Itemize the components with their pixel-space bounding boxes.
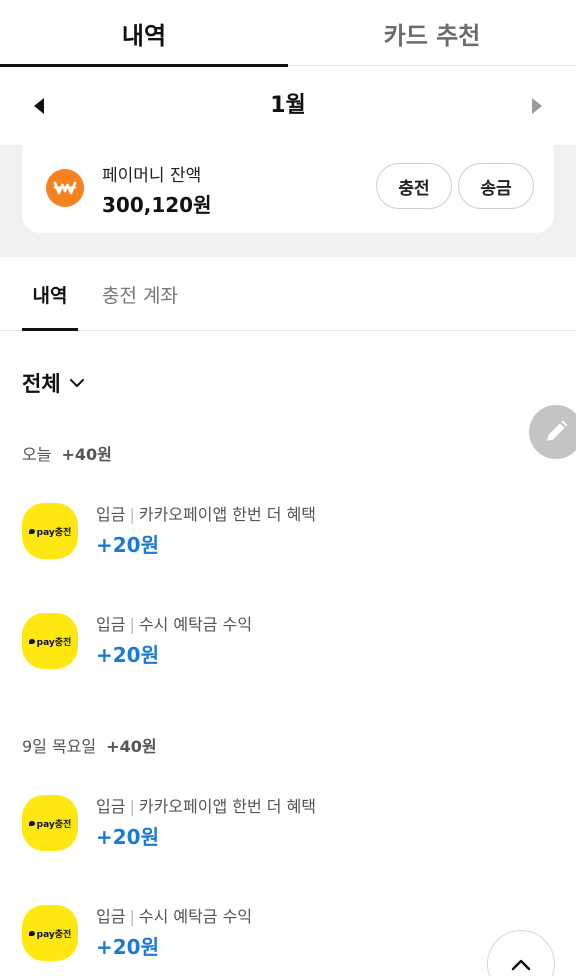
chevron-down-icon <box>69 379 84 387</box>
transaction-item[interactable]: pay충전 입금 | 카카오페이앱 한번 더 혜택 +20원 <box>22 795 542 865</box>
month-navigation: 1월 <box>0 67 576 145</box>
subtab-history[interactable]: 내역 <box>22 257 78 331</box>
filter-dropdown[interactable]: 전체 <box>22 368 85 398</box>
next-month-button[interactable] <box>520 89 554 123</box>
date-group-header: 9일 목요일 +40원 <box>22 733 157 757</box>
transaction-amount: +20원 <box>96 935 159 959</box>
chevron-up-icon <box>511 959 531 971</box>
date-group-header: 오늘 +40원 <box>22 441 112 465</box>
transaction-item[interactable]: pay충전 입금 | 수시 예탁금 수익 +20원 <box>22 905 542 975</box>
won-icon <box>46 169 84 207</box>
subtab-charge-account[interactable]: 충전 계좌 <box>102 257 178 331</box>
transaction-amount: +20원 <box>96 643 159 667</box>
transaction-item[interactable]: pay충전 입금 | 수시 예탁금 수익 +20원 <box>22 613 542 683</box>
transaction-amount: +20원 <box>96 533 159 557</box>
pay-charge-icon: pay충전 <box>22 613 78 669</box>
top-tabs: 내역 카드 추천 <box>0 0 576 67</box>
pay-charge-icon: pay충전 <box>22 503 78 559</box>
balance-section: 페이머니 잔액 300,120원 충전 송금 <box>0 145 576 257</box>
transaction-description: 입금 | 카카오페이앱 한번 더 혜택 <box>96 505 317 524</box>
send-button[interactable]: 송금 <box>458 163 534 209</box>
transaction-item[interactable]: pay충전 입금 | 카카오페이앱 한번 더 혜택 +20원 <box>22 503 542 573</box>
transaction-description: 입금 | 수시 예탁금 수익 <box>96 615 253 634</box>
balance-card: 페이머니 잔액 300,120원 충전 송금 <box>22 145 554 233</box>
date-total: +40원 <box>106 737 157 756</box>
tab-card-recommend[interactable]: 카드 추천 <box>288 0 576 66</box>
transaction-description: 입금 | 수시 예탁금 수익 <box>96 907 253 926</box>
balance-label: 페이머니 잔액 <box>102 166 202 186</box>
date-total: +40원 <box>61 445 112 464</box>
pay-charge-icon: pay충전 <box>22 905 78 961</box>
edit-button[interactable] <box>529 405 576 459</box>
caret-right-icon <box>532 98 542 114</box>
transaction-amount: +20원 <box>96 825 159 849</box>
transaction-description: 입금 | 카카오페이앱 한번 더 혜택 <box>96 797 317 816</box>
pencil-icon <box>547 420 568 441</box>
month-label: 1월 <box>270 93 306 118</box>
filter-label: 전체 <box>22 372 61 396</box>
balance-amount: 300,120원 <box>102 193 212 217</box>
date-label: 9일 목요일 <box>22 737 97 756</box>
pay-charge-icon: pay충전 <box>22 795 78 851</box>
tab-history[interactable]: 내역 <box>0 0 288 67</box>
charge-button[interactable]: 충전 <box>376 163 452 209</box>
sub-tabs: 내역 충전 계좌 <box>0 257 576 331</box>
date-label: 오늘 <box>22 445 52 464</box>
